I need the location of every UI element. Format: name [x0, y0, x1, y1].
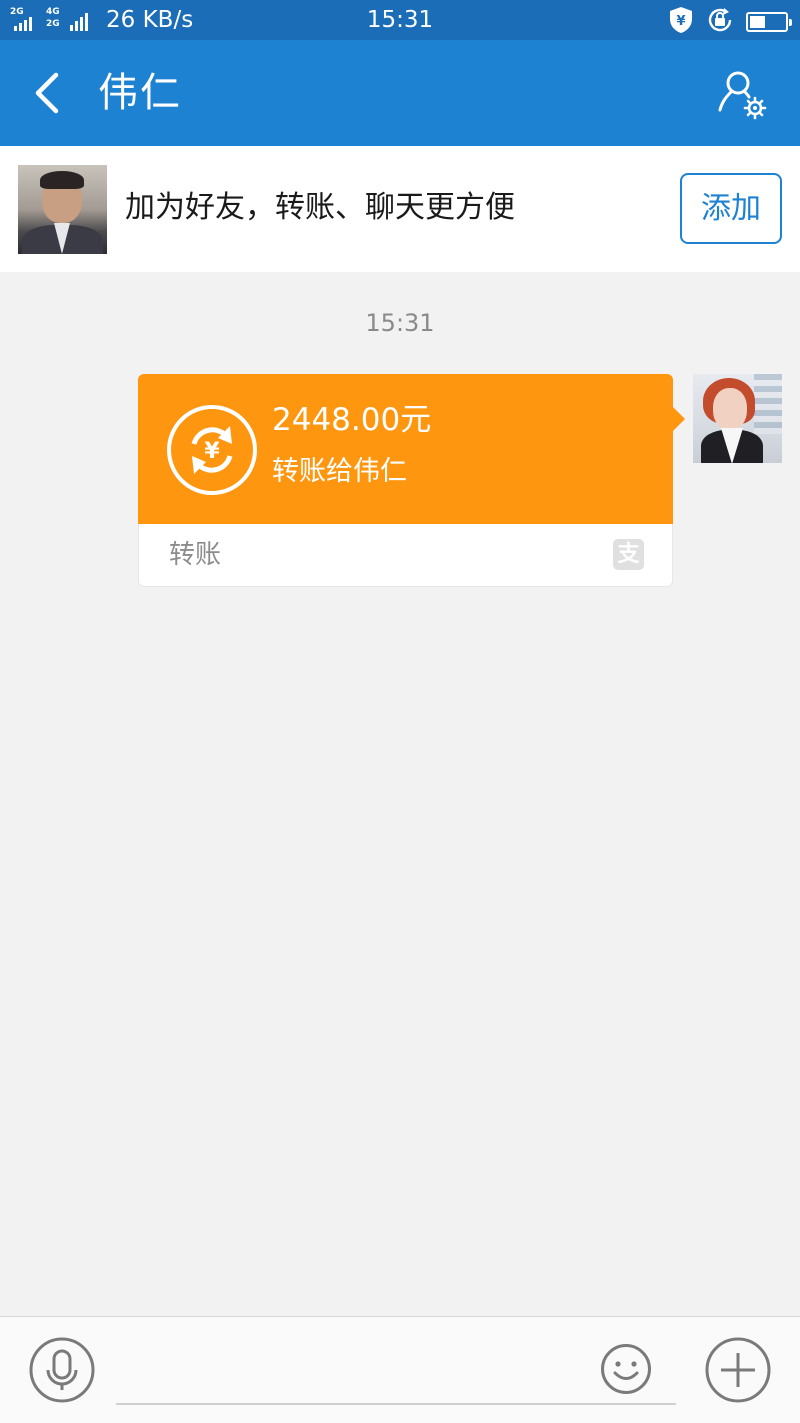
transfer-message[interactable]: ¥ 2448.00元 转账给伟仁 转账 支 [138, 374, 685, 587]
alipay-icon: 支 [613, 539, 644, 570]
add-friend-prompt: 加为好友，转账、聊天更方便 [125, 190, 515, 225]
more-actions-button[interactable] [705, 1337, 771, 1403]
emoji-button[interactable] [600, 1343, 652, 1395]
plus-icon [705, 1337, 771, 1403]
status-bar: 2G 4G 2G 26 KB/s 15:31 ¥ [0, 0, 800, 40]
smiley-icon [601, 1344, 651, 1394]
transfer-card-footer: 转账 支 [138, 524, 673, 587]
transfer-description: 转账给伟仁 [272, 456, 407, 487]
message-timestamp: 15:31 [365, 309, 435, 337]
svg-text:¥: ¥ [204, 439, 220, 464]
chat-title: 伟仁 [98, 70, 182, 116]
title-bar: 伟仁 [0, 40, 800, 146]
lock-rotation-icon [706, 6, 734, 38]
back-button[interactable] [22, 65, 78, 121]
add-friend-banner: 加为好友，转账、聊天更方便 添加 [0, 146, 800, 272]
transfer-yuan-icon: ¥ [166, 404, 258, 496]
chat-screen: 2G 4G 2G 26 KB/s 15:31 ¥ 伟仁 加为好友，转账、聊天更方… [0, 0, 800, 1423]
transfer-type-label: 转账 [169, 540, 222, 570]
input-bar [0, 1316, 800, 1423]
contact-avatar[interactable] [18, 165, 107, 254]
user-settings-icon [718, 71, 767, 120]
status-right: ¥ [668, 6, 792, 38]
microphone-icon [29, 1337, 95, 1403]
svg-text:¥: ¥ [676, 14, 685, 29]
chevron-left-icon [35, 72, 59, 114]
voice-input-button[interactable] [29, 1337, 95, 1403]
shield-yuan-icon: ¥ [668, 6, 694, 38]
add-friend-button[interactable]: 添加 [680, 173, 782, 244]
contact-settings-button[interactable] [714, 66, 770, 122]
my-avatar[interactable] [693, 374, 782, 463]
bubble-pointer [673, 407, 685, 431]
battery-icon [746, 12, 792, 32]
message-input[interactable] [116, 1339, 676, 1405]
transfer-amount: 2448.00元 [272, 402, 432, 438]
transfer-card-body: ¥ 2448.00元 转账给伟仁 [138, 374, 673, 524]
